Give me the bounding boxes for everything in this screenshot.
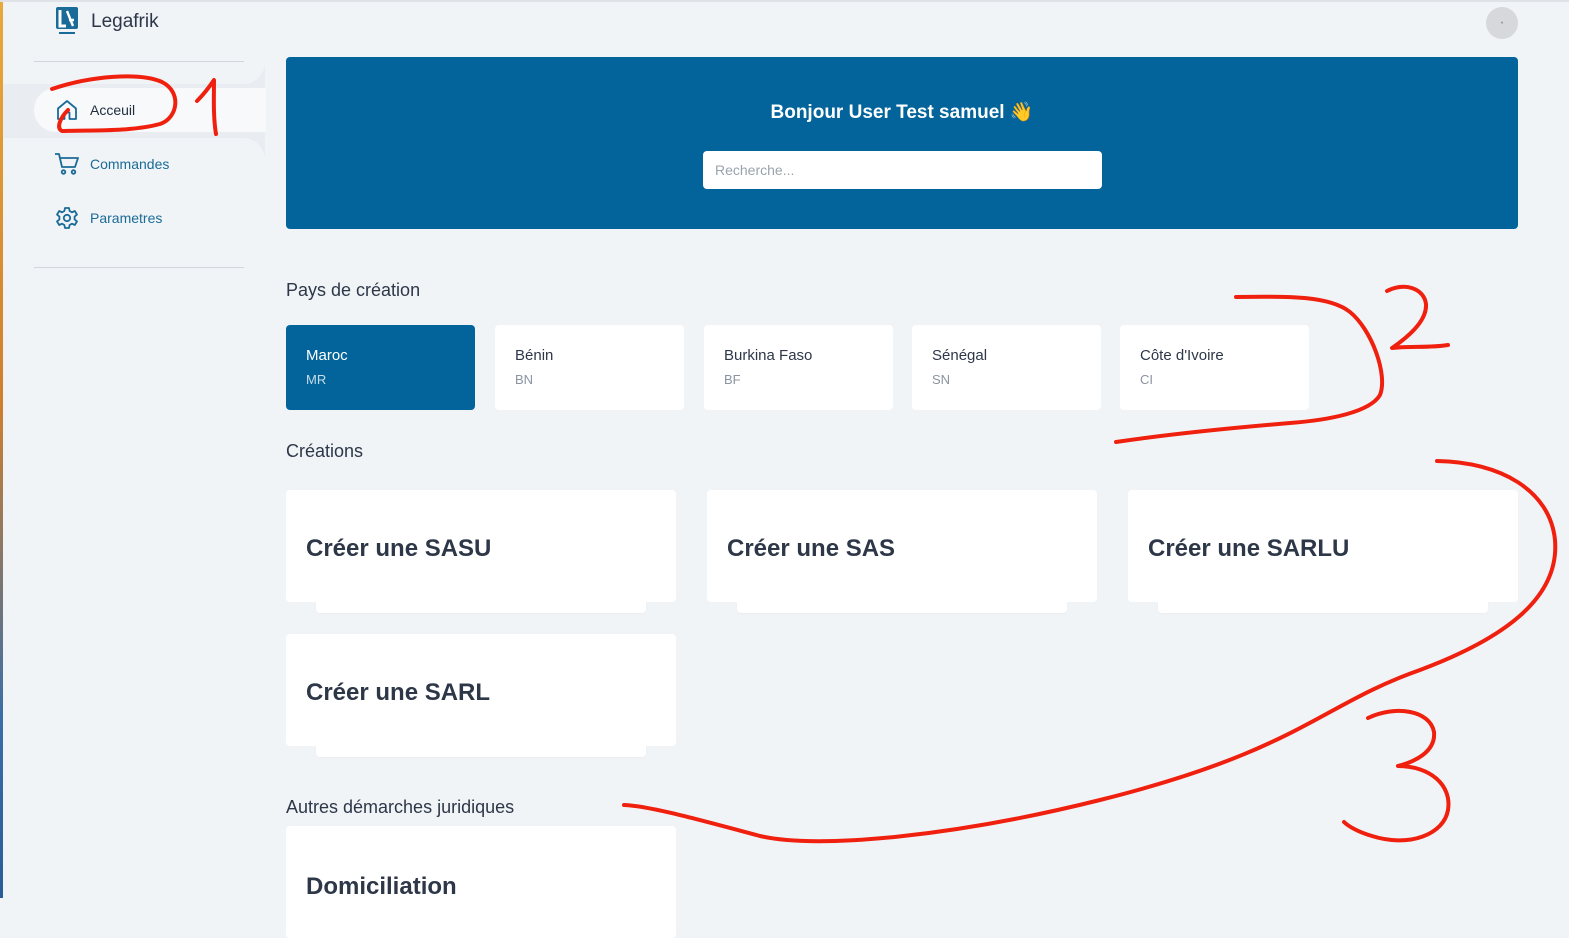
country-card-maroc[interactable]: Maroc MR [286, 325, 475, 410]
autre-card-title: Domiciliation [306, 873, 457, 900]
country-card-senegal[interactable]: Sénégal SN [912, 325, 1101, 410]
creation-card-sarlu[interactable]: Créer une SARLU [1128, 490, 1518, 613]
welcome-banner: Bonjour User Test samuel 👋 [286, 57, 1518, 229]
country-code: SN [932, 372, 951, 387]
country-name: Maroc [306, 347, 348, 364]
card-shadow-stack [316, 745, 646, 757]
main-content: ● Bonjour User Test samuel 👋 Pays de cré… [265, 2, 1569, 938]
app-name: Legafrik [91, 11, 159, 32]
creation-card-sasu[interactable]: Créer une SASU [286, 490, 676, 613]
sidebar-item-label: Commandes [90, 156, 170, 172]
sidebar-divider-bottom [34, 267, 244, 268]
country-name: Sénégal [932, 347, 988, 364]
creation-card-title: Créer une SASU [306, 535, 492, 562]
creation-card-sas[interactable]: Créer une SAS [707, 490, 1097, 613]
section-title-creations: Créations [286, 441, 364, 461]
user-avatar[interactable]: ● [1486, 7, 1518, 39]
creation-card-title: Créer une SAS [727, 535, 896, 562]
creation-card-title: Créer une SARLU [1148, 535, 1350, 562]
country-code: MR [306, 372, 327, 387]
country-name: Bénin [515, 347, 554, 364]
sidebar: Legafrik Acceuil Commandes Parametres [3, 2, 266, 898]
country-name: Côte d'Ivoire [1140, 347, 1224, 364]
cart-icon [54, 151, 80, 177]
country-card-cote-divoire[interactable]: Côte d'Ivoire CI [1120, 325, 1309, 410]
sidebar-item-acceuil[interactable]: Acceuil [34, 88, 266, 132]
sidebar-divider-top [34, 61, 244, 62]
country-code: BF [724, 372, 741, 387]
gear-icon [54, 205, 80, 231]
card-shadow-stack [316, 601, 646, 613]
country-name: Burkina Faso [724, 347, 813, 364]
legafrik-logo-icon [56, 7, 78, 34]
creation-card-sarl[interactable]: Créer une SARL [286, 634, 676, 757]
search-input[interactable] [703, 151, 1102, 189]
card-shadow-stack [737, 601, 1067, 613]
sidebar-item-parametres[interactable]: Parametres [34, 196, 244, 240]
sidebar-item-label: Parametres [90, 210, 163, 226]
app-logo[interactable]: Legafrik [55, 7, 159, 37]
country-code: BN [515, 372, 534, 387]
creation-card-title: Créer une SARL [306, 679, 491, 706]
country-code: CI [1140, 372, 1153, 387]
home-icon [54, 97, 80, 123]
greeting-title: Bonjour User Test samuel 👋 [770, 102, 1034, 123]
country-card-benin[interactable]: Bénin BN [495, 325, 684, 410]
autre-card-domiciliation[interactable]: Domiciliation [286, 826, 676, 938]
sidebar-panel-bottom [3, 138, 265, 898]
card-shadow-stack [1158, 601, 1488, 613]
section-title-pays: Pays de création [286, 280, 421, 300]
sidebar-item-commandes[interactable]: Commandes [34, 142, 244, 186]
section-title-autres: Autres démarches juridiques [286, 797, 515, 817]
sidebar-item-label: Acceuil [90, 102, 136, 118]
country-card-burkina-faso[interactable]: Burkina Faso BF [704, 325, 893, 410]
